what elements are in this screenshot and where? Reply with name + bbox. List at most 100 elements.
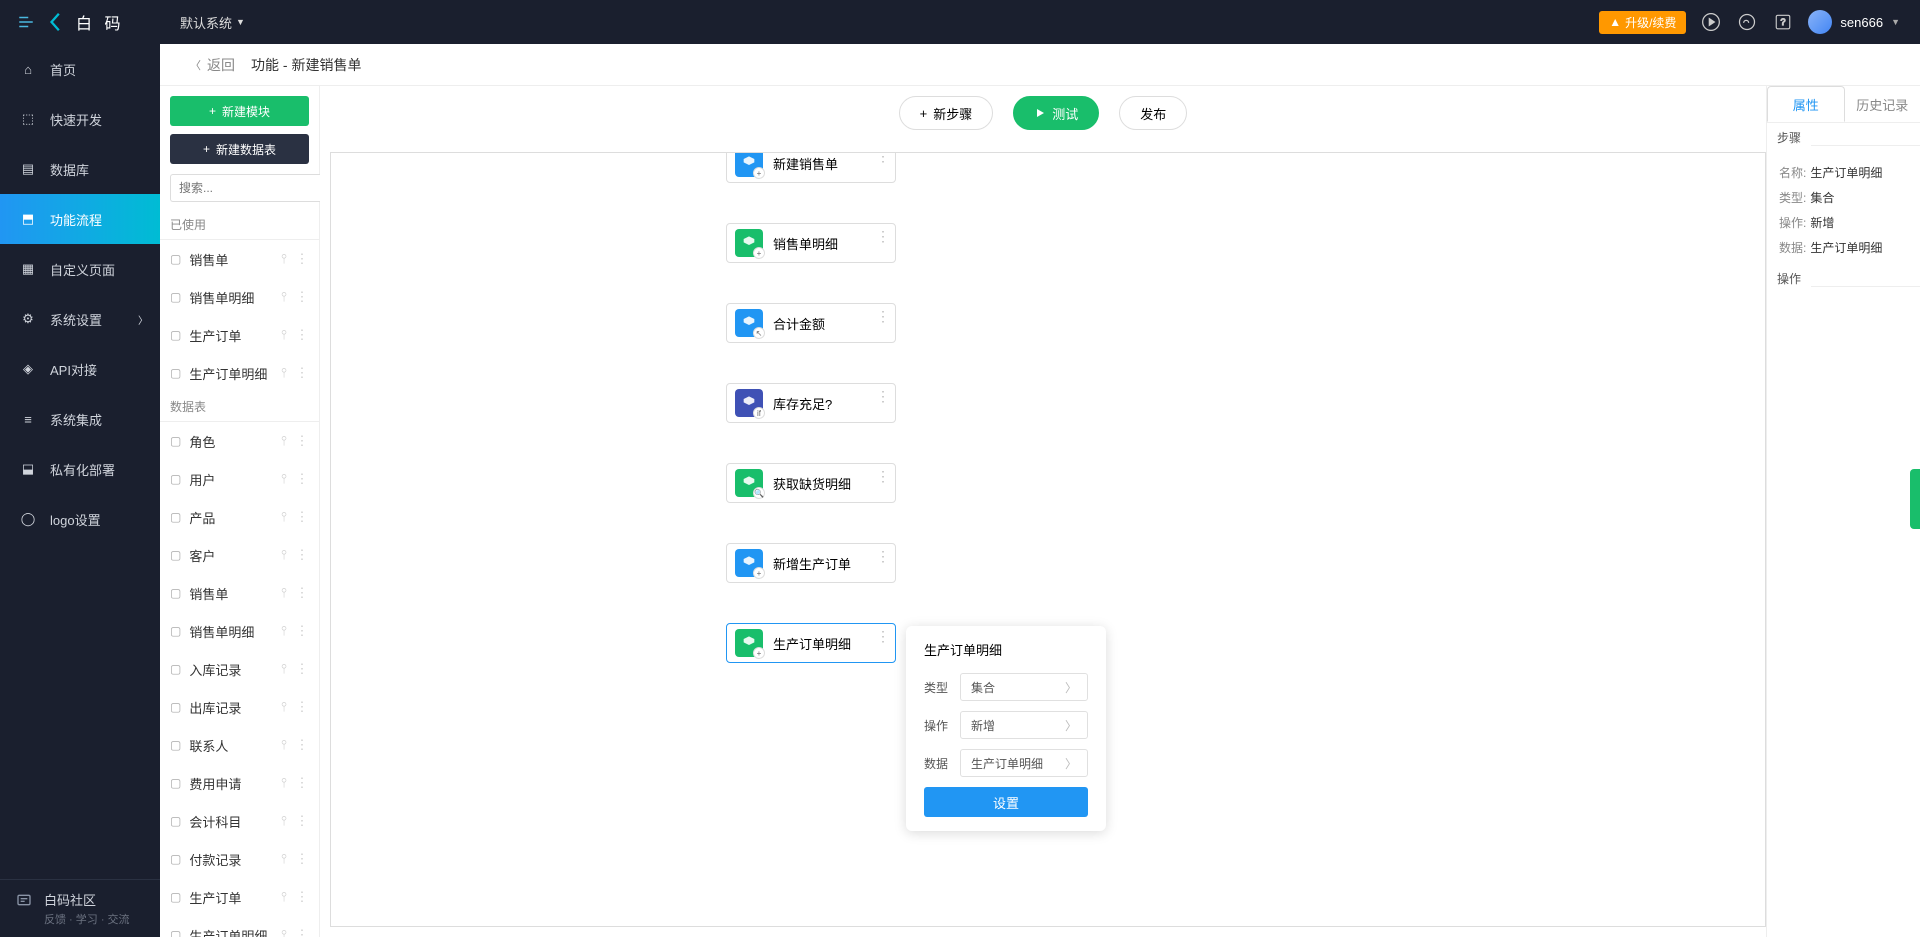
flow-node-4[interactable]: 🔍 获取缺货明细 ⋮	[726, 463, 896, 503]
brand-logo[interactable]: 白 码	[46, 10, 124, 34]
flow-node-2[interactable]: ↖ 合计金额 ⋮	[726, 303, 896, 343]
list-item[interactable]: ▢ 销售单明细 ⫯⋮	[160, 278, 319, 316]
more-icon[interactable]: ⋮	[295, 509, 309, 525]
test-button[interactable]: 测试	[1013, 96, 1099, 130]
node-menu-icon[interactable]: ⋮	[876, 628, 889, 645]
sort-icon[interactable]: ⫯	[277, 623, 291, 639]
more-icon[interactable]: ⋮	[295, 289, 309, 305]
system-selector[interactable]: 默认系统 ▼	[160, 13, 265, 32]
new-step-button[interactable]: +新步骤	[899, 96, 994, 130]
nav-item-5[interactable]: ⚙系统设置〉	[0, 294, 160, 344]
flow-canvas[interactable]: + 新建销售单 ⋮ + 销售单明细 ⋮ ↖ 合计金额 ⋮ if 库存充足? ⋮ …	[330, 152, 1766, 927]
node-menu-icon[interactable]: ⋮	[876, 228, 889, 245]
sort-icon[interactable]: ⫯	[277, 471, 291, 487]
nav-item-7[interactable]: ≡系统集成	[0, 394, 160, 444]
publish-button[interactable]: 发布	[1119, 96, 1187, 130]
more-icon[interactable]: ⋮	[295, 251, 309, 267]
sort-icon[interactable]: ⫯	[277, 509, 291, 525]
sort-icon[interactable]: ⫯	[277, 737, 291, 753]
more-icon[interactable]: ⋮	[295, 433, 309, 449]
upgrade-button[interactable]: ▲升级/续费	[1599, 11, 1686, 34]
node-menu-icon[interactable]: ⋮	[876, 548, 889, 565]
back-button[interactable]: 〈 返回	[190, 55, 235, 75]
list-item[interactable]: ▢ 生产订单 ⫯⋮	[160, 316, 319, 354]
list-item[interactable]: ▢ 角色 ⫯⋮	[160, 422, 319, 460]
more-icon[interactable]: ⋮	[295, 471, 309, 487]
more-icon[interactable]: ⋮	[295, 699, 309, 715]
tab-history[interactable]: 历史记录	[1845, 86, 1920, 122]
more-icon[interactable]: ⋮	[295, 623, 309, 639]
nav-item-8[interactable]: ⬓私有化部署	[0, 444, 160, 494]
more-icon[interactable]: ⋮	[295, 547, 309, 563]
list-item[interactable]: ▢ 销售单明细 ⫯⋮	[160, 612, 319, 650]
more-icon[interactable]: ⋮	[295, 327, 309, 343]
sort-icon[interactable]: ⫯	[277, 813, 291, 829]
flow-node-3[interactable]: if 库存充足? ⋮	[726, 383, 896, 423]
sort-icon[interactable]: ⫯	[277, 851, 291, 867]
sort-icon[interactable]: ⫯	[277, 365, 291, 381]
new-table-button[interactable]: +新建数据表	[170, 134, 309, 164]
more-icon[interactable]: ⋮	[295, 889, 309, 905]
menu-toggle-icon[interactable]	[16, 12, 36, 32]
sort-icon[interactable]: ⫯	[277, 927, 291, 937]
cloud-icon[interactable]	[1736, 11, 1758, 33]
list-item[interactable]: ▢ 生产订单明细 ⫯⋮	[160, 916, 319, 937]
tab-properties[interactable]: 属性	[1767, 86, 1845, 122]
sort-icon[interactable]: ⫯	[277, 327, 291, 343]
list-item[interactable]: ▢ 生产订单 ⫯⋮	[160, 878, 319, 916]
sort-icon[interactable]: ⫯	[277, 433, 291, 449]
play-icon[interactable]	[1700, 11, 1722, 33]
more-icon[interactable]: ⋮	[295, 737, 309, 753]
sort-icon[interactable]: ⫯	[277, 775, 291, 791]
list-item[interactable]: ▢ 联系人 ⫯⋮	[160, 726, 319, 764]
help-icon[interactable]: ?	[1772, 11, 1794, 33]
search-input[interactable]	[170, 174, 342, 202]
nav-item-4[interactable]: ▦自定义页面	[0, 244, 160, 294]
flow-node-0[interactable]: + 新建销售单 ⋮	[726, 152, 896, 183]
more-icon[interactable]: ⋮	[295, 585, 309, 601]
sort-icon[interactable]: ⫯	[277, 699, 291, 715]
popover-field[interactable]: 集合〉	[960, 673, 1088, 701]
popover-field[interactable]: 生产订单明细〉	[960, 749, 1088, 777]
more-icon[interactable]: ⋮	[295, 927, 309, 937]
new-module-button[interactable]: +新建模块	[170, 96, 309, 126]
nav-item-2[interactable]: ▤数据库	[0, 144, 160, 194]
list-item[interactable]: ▢ 销售单 ⫯⋮	[160, 574, 319, 612]
flow-node-6[interactable]: + 生产订单明细 ⋮	[726, 623, 896, 663]
node-menu-icon[interactable]: ⋮	[876, 308, 889, 325]
sidebar-community[interactable]: 白码社区 反馈 · 学习 · 交流	[0, 879, 160, 937]
list-item[interactable]: ▢ 客户 ⫯⋮	[160, 536, 319, 574]
node-menu-icon[interactable]: ⋮	[876, 388, 889, 405]
list-item[interactable]: ▢ 销售单 ⫯⋮	[160, 240, 319, 278]
more-icon[interactable]: ⋮	[295, 851, 309, 867]
feedback-tab[interactable]	[1910, 469, 1920, 529]
list-item[interactable]: ▢ 入库记录 ⫯⋮	[160, 650, 319, 688]
sort-icon[interactable]: ⫯	[277, 289, 291, 305]
sort-icon[interactable]: ⫯	[277, 661, 291, 677]
list-item[interactable]: ▢ 用户 ⫯⋮	[160, 460, 319, 498]
more-icon[interactable]: ⋮	[295, 365, 309, 381]
nav-item-3[interactable]: ⬒功能流程	[0, 194, 160, 244]
list-item[interactable]: ▢ 产品 ⫯⋮	[160, 498, 319, 536]
list-item[interactable]: ▢ 付款记录 ⫯⋮	[160, 840, 319, 878]
nav-item-9[interactable]: ◯logo设置	[0, 494, 160, 544]
sort-icon[interactable]: ⫯	[277, 889, 291, 905]
nav-item-0[interactable]: ⌂首页	[0, 44, 160, 94]
list-item[interactable]: ▢ 生产订单明细 ⫯⋮	[160, 354, 319, 392]
more-icon[interactable]: ⋮	[295, 813, 309, 829]
sort-icon[interactable]: ⫯	[277, 251, 291, 267]
sort-icon[interactable]: ⫯	[277, 547, 291, 563]
list-item[interactable]: ▢ 会计科目 ⫯⋮	[160, 802, 319, 840]
sort-icon[interactable]: ⫯	[277, 585, 291, 601]
nav-item-6[interactable]: ◈API对接	[0, 344, 160, 394]
node-menu-icon[interactable]: ⋮	[876, 152, 889, 165]
popover-config-button[interactable]: 设置	[924, 787, 1088, 817]
flow-node-5[interactable]: + 新增生产订单 ⋮	[726, 543, 896, 583]
more-icon[interactable]: ⋮	[295, 775, 309, 791]
flow-node-1[interactable]: + 销售单明细 ⋮	[726, 223, 896, 263]
popover-field[interactable]: 新增〉	[960, 711, 1088, 739]
list-item[interactable]: ▢ 出库记录 ⫯⋮	[160, 688, 319, 726]
node-menu-icon[interactable]: ⋮	[876, 468, 889, 485]
user-menu[interactable]: sen666 ▼	[1808, 10, 1900, 34]
more-icon[interactable]: ⋮	[295, 661, 309, 677]
